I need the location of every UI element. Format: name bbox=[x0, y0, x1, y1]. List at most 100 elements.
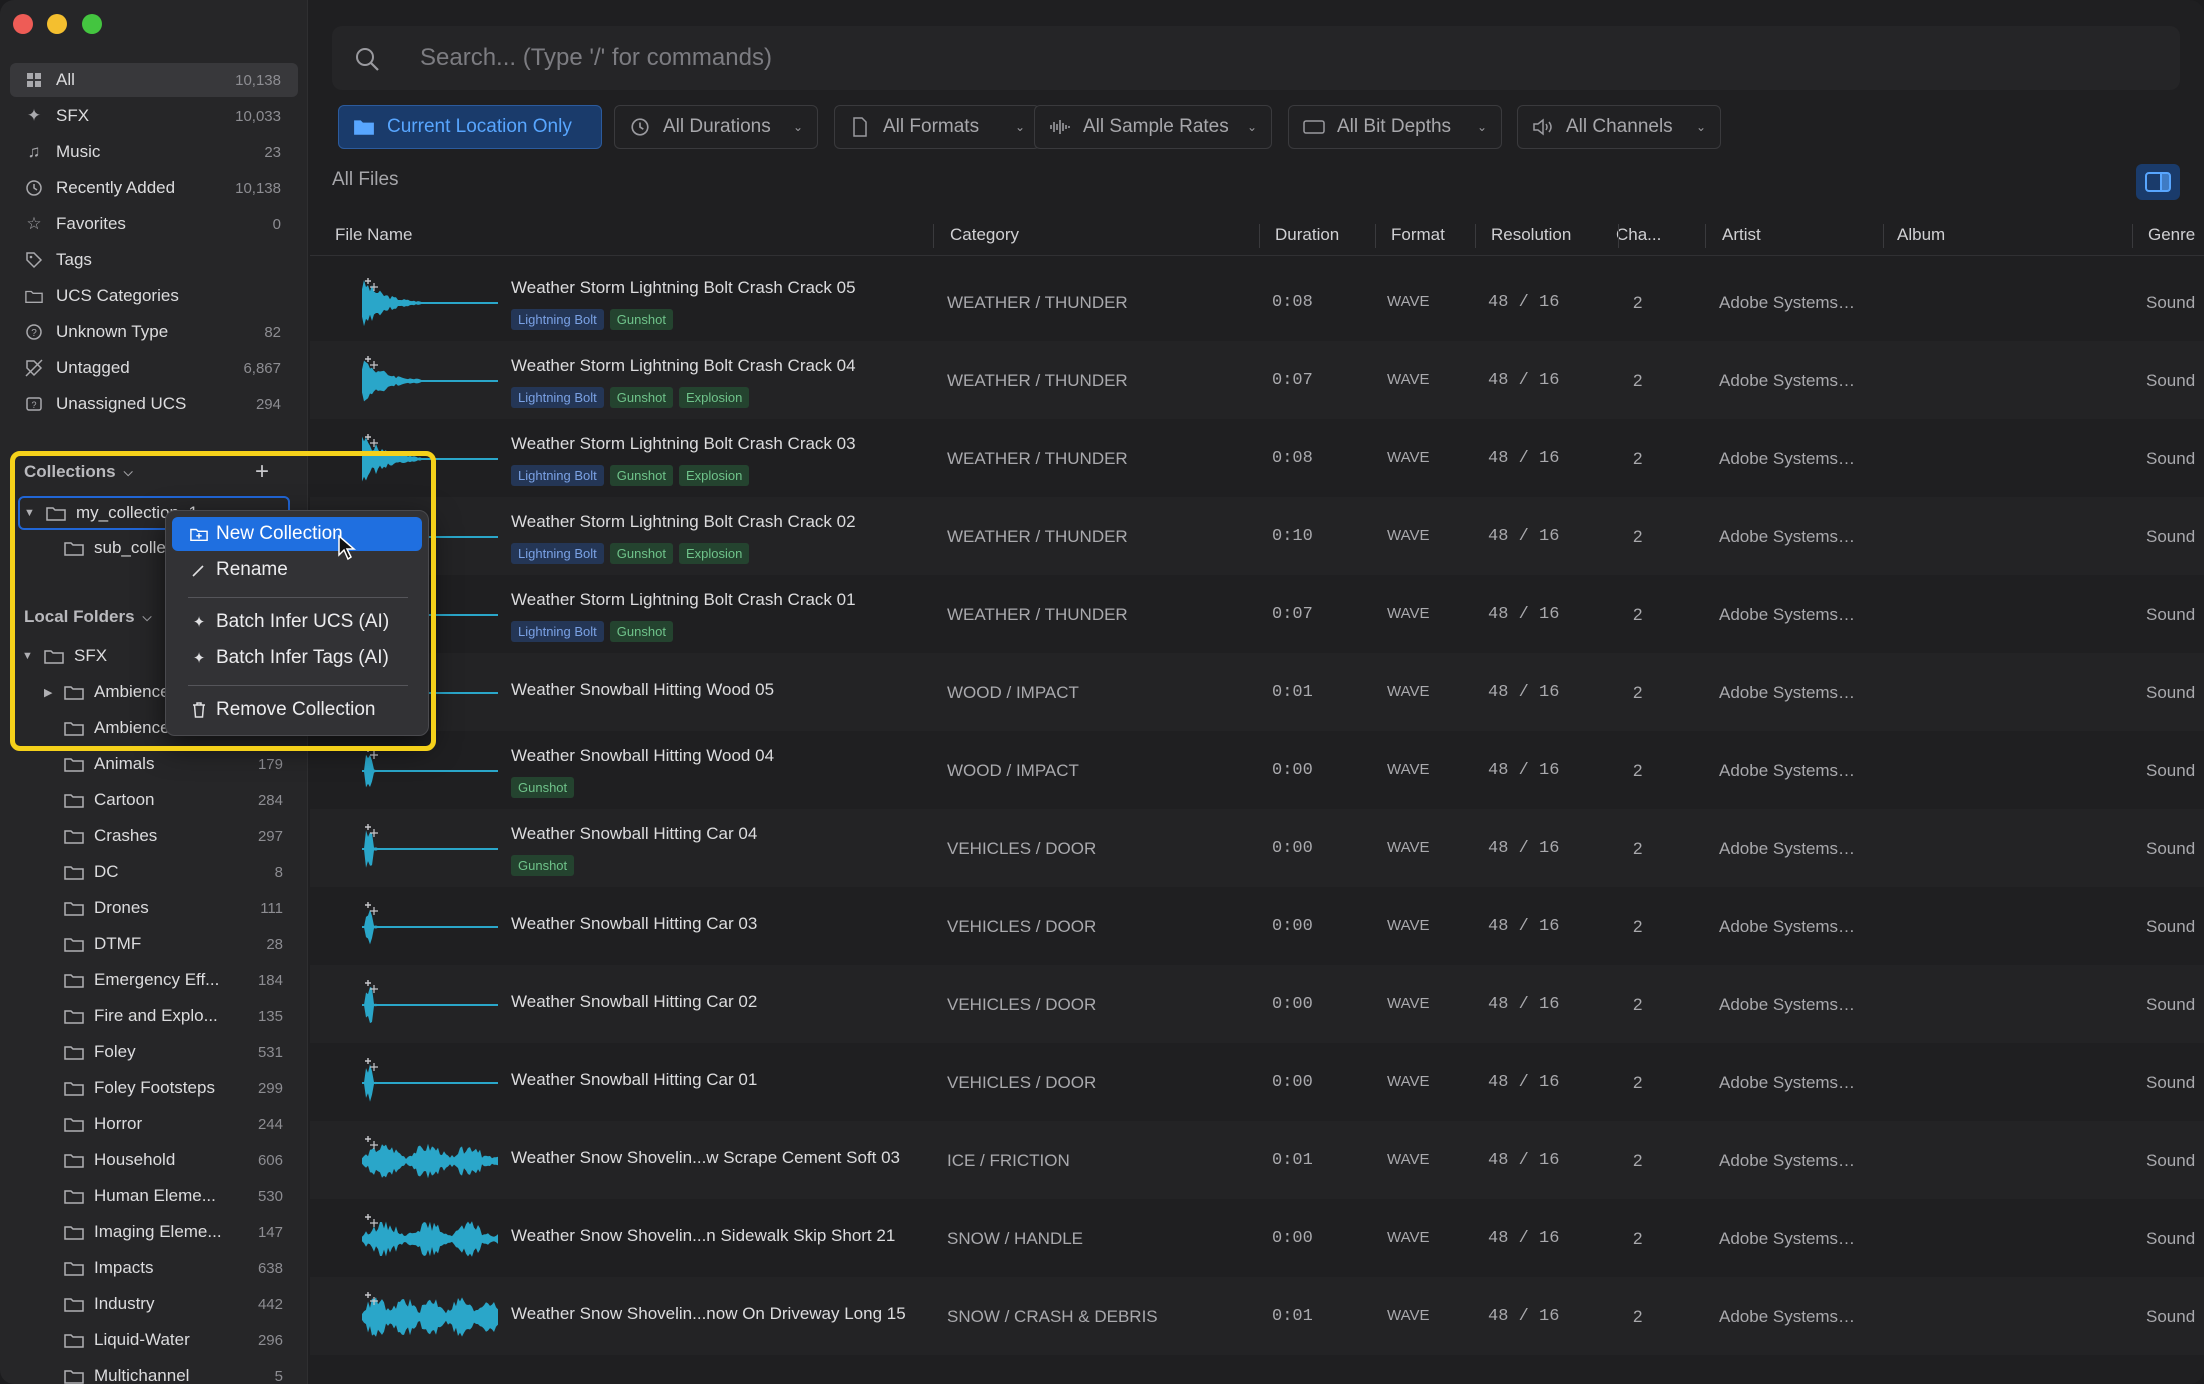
column-header-cha[interactable]: Cha... bbox=[1616, 225, 1661, 245]
tag-chip[interactable]: Explosion bbox=[678, 543, 750, 564]
menu-batch-infer-tags[interactable]: ✦ Batch Infer Tags (AI) bbox=[172, 641, 422, 675]
waveform-thumbnail[interactable] bbox=[362, 1289, 498, 1343]
column-header-artist[interactable]: Artist bbox=[1722, 225, 1761, 245]
folder-item[interactable]: DTMF 28 bbox=[0, 927, 300, 961]
column-divider[interactable] bbox=[1705, 224, 1706, 248]
waveform-thumbnail[interactable] bbox=[362, 431, 498, 485]
folder-item[interactable]: Drones 111 bbox=[0, 891, 300, 925]
column-divider[interactable] bbox=[1618, 224, 1619, 248]
folder-item[interactable]: Crashes 297 bbox=[0, 819, 300, 853]
zoom-window-button[interactable] bbox=[82, 14, 102, 34]
tag-chip[interactable]: Lightning Bolt bbox=[511, 465, 604, 486]
tag-chip[interactable]: Lightning Bolt bbox=[511, 543, 604, 564]
tag-chip[interactable]: Gunshot bbox=[511, 777, 575, 798]
filter-all-channels[interactable]: All Channels ⌄ bbox=[1517, 105, 1721, 149]
sidebar-item-tags[interactable]: Tags bbox=[10, 243, 298, 277]
folder-item[interactable]: Human Eleme... 530 bbox=[0, 1179, 300, 1213]
column-header-category[interactable]: Category bbox=[950, 225, 1019, 245]
local-folders-header[interactable]: Local Folders ⌵ bbox=[24, 607, 152, 627]
column-header-file-name[interactable]: File Name bbox=[335, 225, 412, 245]
waveform-thumbnail[interactable] bbox=[362, 743, 498, 797]
table-row[interactable]: Weather Snow Shovelin...n Sidewalk Skip … bbox=[310, 1199, 2204, 1277]
folder-item[interactable]: Industry 442 bbox=[0, 1287, 300, 1321]
tag-chip[interactable]: Lightning Bolt bbox=[511, 387, 604, 408]
menu-new-collection[interactable]: New Collection bbox=[172, 517, 422, 551]
menu-batch-infer-ucs[interactable]: ✦ Batch Infer UCS (AI) bbox=[172, 605, 422, 639]
sidebar-item-unassigned-ucs[interactable]: ? Unassigned UCS 294 bbox=[10, 387, 298, 421]
folder-item[interactable]: Cartoon 284 bbox=[0, 783, 300, 817]
table-row[interactable]: Weather Snowball Hitting Car 03 VEHICLES … bbox=[310, 887, 2204, 965]
tag-chip[interactable]: Lightning Bolt bbox=[511, 621, 604, 642]
folder-item[interactable]: Multichannel 5 bbox=[0, 1359, 300, 1384]
folder-item[interactable]: Emergency Eff... 184 bbox=[0, 963, 300, 997]
waveform-thumbnail[interactable] bbox=[362, 1055, 498, 1109]
waveform-thumbnail[interactable] bbox=[362, 1133, 498, 1187]
tag-chip[interactable]: Gunshot bbox=[609, 387, 673, 408]
waveform-thumbnail[interactable] bbox=[362, 821, 498, 875]
tag-chip[interactable]: Gunshot bbox=[511, 855, 575, 876]
column-divider[interactable] bbox=[1375, 224, 1376, 248]
table-row[interactable]: Weather Storm Lightning Bolt Crash Crack… bbox=[310, 263, 2204, 341]
tag-chip[interactable]: Gunshot bbox=[609, 543, 673, 564]
sidebar-item-ucs-categories[interactable]: UCS Categories bbox=[10, 279, 298, 313]
collections-header[interactable]: Collections ⌵ bbox=[24, 462, 133, 482]
folder-item[interactable]: Liquid-Water 296 bbox=[0, 1323, 300, 1357]
column-header-duration[interactable]: Duration bbox=[1275, 225, 1339, 245]
sidebar-item-sfx[interactable]: ✦ SFX 10,033 bbox=[10, 99, 298, 133]
tag-chip[interactable]: Gunshot bbox=[609, 621, 673, 642]
filter-all-bit-depths[interactable]: All Bit Depths ⌄ bbox=[1288, 105, 1502, 149]
folder-item[interactable]: Impacts 638 bbox=[0, 1251, 300, 1285]
tag-chip[interactable]: Lightning Bolt bbox=[511, 309, 604, 330]
table-row[interactable]: Weather Snowball Hitting Car 04 Gunshot VE… bbox=[310, 809, 2204, 887]
search-bar[interactable] bbox=[332, 26, 2180, 90]
folder-item[interactable]: Foley Footsteps 299 bbox=[0, 1071, 300, 1105]
waveform-thumbnail[interactable] bbox=[362, 275, 498, 329]
table-row[interactable]: Weather Storm Lightning Bolt Crash Crack… bbox=[310, 497, 2204, 575]
sidebar-item-favorites[interactable]: ☆ Favorites 0 bbox=[10, 207, 298, 241]
minimize-window-button[interactable] bbox=[47, 14, 67, 34]
close-window-button[interactable] bbox=[13, 14, 33, 34]
folder-item[interactable]: Fire and Explo... 135 bbox=[0, 999, 300, 1033]
folder-item[interactable]: DC 8 bbox=[0, 855, 300, 889]
table-row[interactable]: Weather Snowball Hitting Car 01 VEHICLES … bbox=[310, 1043, 2204, 1121]
column-divider[interactable] bbox=[1259, 224, 1260, 248]
folder-item[interactable]: Animals 179 bbox=[0, 747, 300, 781]
column-divider[interactable] bbox=[1883, 224, 1884, 248]
search-input[interactable] bbox=[420, 26, 2020, 90]
table-row[interactable]: Weather Snow Shovelin...w Scrape Cement … bbox=[310, 1121, 2204, 1199]
table-row[interactable]: Weather Snow Shovelin...now On Driveway … bbox=[310, 1277, 2204, 1355]
menu-remove-collection[interactable]: Remove Collection bbox=[172, 693, 422, 727]
sidebar-item-untagged[interactable]: Untagged 6,867 bbox=[10, 351, 298, 385]
column-header-album[interactable]: Album bbox=[1897, 225, 1945, 245]
filter-all-durations[interactable]: All Durations ⌄ bbox=[614, 105, 818, 149]
tag-chip[interactable]: Explosion bbox=[678, 387, 750, 408]
column-divider[interactable] bbox=[933, 224, 934, 248]
filter-all-formats[interactable]: All Formats ⌄ bbox=[834, 105, 1040, 149]
column-divider[interactable] bbox=[1475, 224, 1476, 248]
add-collection-button[interactable]: + bbox=[250, 460, 274, 484]
waveform-thumbnail[interactable] bbox=[362, 353, 498, 407]
sidebar-item-recently-added[interactable]: Recently Added 10,138 bbox=[10, 171, 298, 205]
disclosure-collapsed-icon[interactable]: ▶ bbox=[44, 686, 52, 699]
waveform-thumbnail[interactable] bbox=[362, 899, 498, 953]
filter-current-location-only[interactable]: Current Location Only bbox=[338, 105, 602, 149]
column-header-genre[interactable]: Genre bbox=[2148, 225, 2195, 245]
table-row[interactable]: Weather Storm Lightning Bolt Crash Crack… bbox=[310, 419, 2204, 497]
waveform-thumbnail[interactable] bbox=[362, 1211, 498, 1265]
table-row[interactable]: Weather Storm Lightning Bolt Crash Crack… bbox=[310, 341, 2204, 419]
column-header-format[interactable]: Format bbox=[1391, 225, 1445, 245]
toggle-inspector-button[interactable] bbox=[2136, 164, 2180, 200]
tag-chip[interactable]: Gunshot bbox=[609, 465, 673, 486]
sidebar-item-all[interactable]: All 10,138 bbox=[10, 63, 298, 97]
sidebar-item-music[interactable]: ♫ Music 23 bbox=[10, 135, 298, 169]
menu-rename[interactable]: Rename bbox=[172, 553, 422, 587]
waveform-thumbnail[interactable] bbox=[362, 977, 498, 1031]
folder-item[interactable]: Household 606 bbox=[0, 1143, 300, 1177]
folder-item[interactable]: Imaging Eleme... 147 bbox=[0, 1215, 300, 1249]
folder-item[interactable]: Horror 244 bbox=[0, 1107, 300, 1141]
filter-all-sample-rates[interactable]: All Sample Rates ⌄ bbox=[1034, 105, 1272, 149]
column-header-resolution[interactable]: Resolution bbox=[1491, 225, 1571, 245]
tag-chip[interactable]: Explosion bbox=[678, 465, 750, 486]
tag-chip[interactable]: Gunshot bbox=[609, 309, 673, 330]
column-divider[interactable] bbox=[2132, 224, 2133, 248]
